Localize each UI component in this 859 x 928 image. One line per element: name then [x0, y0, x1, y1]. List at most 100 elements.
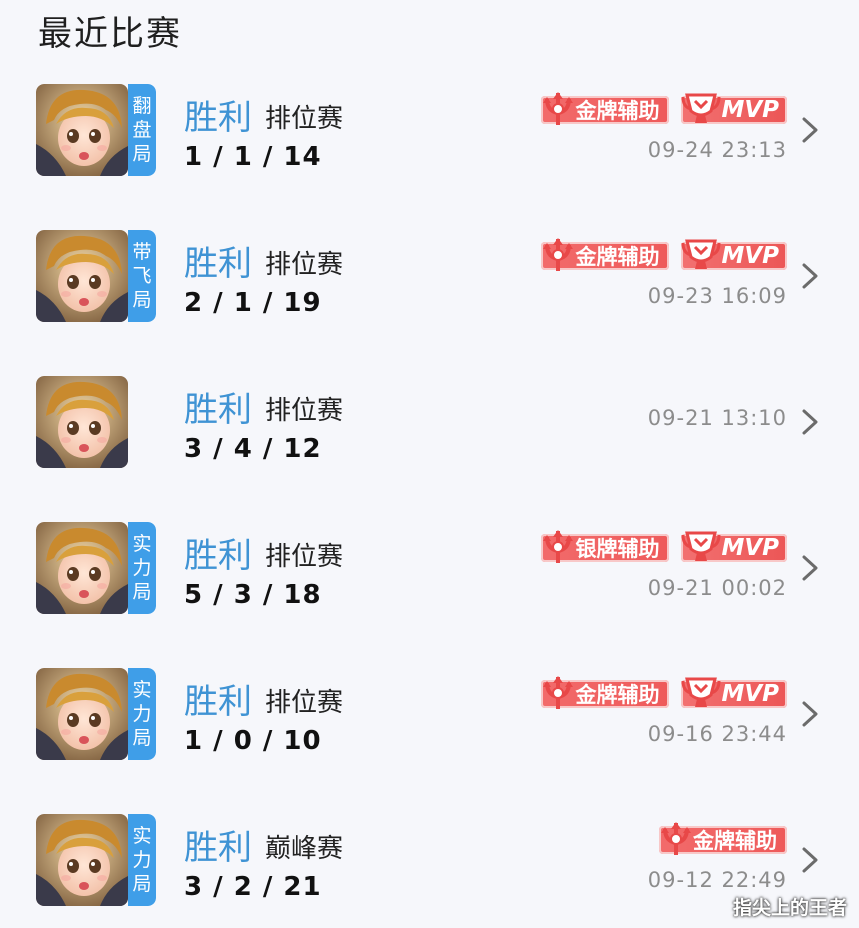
match-kda: 3 / 4 / 12 [184, 434, 322, 464]
chevron-right-icon [802, 117, 818, 143]
hero-portrait [36, 668, 128, 760]
match-result: 胜利 [184, 390, 252, 430]
medal-badge: 金牌辅助 [659, 822, 787, 856]
mvp-badge: MVP [681, 93, 787, 126]
hero-portrait [36, 84, 128, 176]
trident-icon [661, 822, 691, 855]
match-tag-char: 局 [132, 581, 152, 603]
match-row[interactable]: 胜利 排位赛 3 / 4 / 12 09-21 13:10 [0, 372, 859, 518]
match-time: 09-23 16:09 [647, 284, 787, 308]
match-row[interactable]: 实力局胜利 排位赛 5 / 3 / 18 银牌辅助 MVP 09-21 00:02 [0, 518, 859, 664]
match-tag-char: 实 [132, 825, 152, 847]
match-row[interactable]: 实力局胜利 排位赛 1 / 0 / 10 金牌辅助 MVP 09-16 23:44 [0, 664, 859, 810]
hero-portrait [36, 522, 128, 614]
match-kda: 1 / 1 / 14 [184, 142, 322, 172]
hero-avatar: 带飞局 [36, 230, 156, 322]
match-tag-char: 力 [132, 557, 152, 579]
hero-portrait-icon [36, 376, 128, 468]
match-tag-char: 局 [132, 143, 152, 165]
mvp-badge: MVP [681, 677, 787, 710]
match-list: 翻盘局胜利 排位赛 1 / 1 / 14 金牌辅助 MVP 09-24 23:13 带… [0, 80, 859, 928]
match-tag: 翻盘局 [128, 84, 156, 176]
hero-portrait-icon [36, 230, 128, 322]
match-tag: 带飞局 [128, 230, 156, 322]
match-mode: 排位赛 [265, 542, 344, 572]
match-badges: 金牌辅助 [659, 822, 787, 856]
trophy-icon [681, 93, 721, 123]
match-result: 胜利 [184, 828, 252, 868]
mvp-badge: MVP [681, 239, 787, 272]
medal-badge: 金牌辅助 [541, 676, 670, 710]
hero-portrait [36, 230, 128, 322]
match-time: 09-24 23:13 [647, 138, 787, 162]
section-title: 最近比赛 [38, 14, 182, 54]
match-tag: 实力局 [128, 814, 156, 906]
match-tag-char: 力 [132, 849, 152, 871]
match-tag-char: 盘 [132, 119, 152, 141]
hero-avatar: 实力局 [36, 814, 156, 906]
match-row[interactable]: 实力局胜利 巅峰赛 3 / 2 / 21 金牌辅助 09-12 22:49 [0, 810, 859, 928]
recent-matches-page: 最近比赛 翻盘局胜利 排位赛 1 / 1 / 14 金牌辅助 MVP 09-24 23… [0, 0, 859, 928]
chevron-right-icon [802, 555, 818, 581]
trophy-icon [681, 677, 721, 707]
match-time: 09-21 00:02 [647, 576, 787, 600]
match-mode: 排位赛 [265, 688, 344, 718]
match-result: 胜利 [184, 244, 252, 284]
trophy-icon [681, 531, 721, 561]
medal-badge: 银牌辅助 [541, 530, 670, 564]
hero-portrait [36, 376, 128, 468]
trophy-icon [681, 239, 721, 269]
medal-badge: 金牌辅助 [541, 92, 670, 126]
match-tag-char: 力 [132, 703, 152, 725]
hero-avatar: 翻盘局 [36, 84, 156, 176]
chevron-right-icon [802, 263, 818, 289]
match-badges: 金牌辅助 MVP [541, 238, 787, 272]
match-mode: 巅峰赛 [265, 834, 344, 864]
hero-avatar: 实力局 [36, 522, 156, 614]
match-badges: 金牌辅助 MVP [541, 676, 787, 710]
watermark: 指尖上的王者 [732, 897, 847, 919]
match-time: 09-16 23:44 [647, 722, 787, 746]
hero-portrait-icon [36, 668, 128, 760]
match-result: 胜利 [184, 682, 252, 722]
match-tag-char: 局 [132, 727, 152, 749]
medal-badge: 金牌辅助 [541, 238, 670, 272]
match-tag-char: 局 [132, 873, 152, 895]
trident-icon [543, 676, 574, 709]
trident-icon [543, 238, 574, 271]
hero-portrait-icon [36, 84, 128, 176]
match-tag-char: 飞 [132, 265, 152, 287]
match-tag-char: 翻 [132, 95, 152, 117]
match-mode: 排位赛 [265, 250, 344, 280]
match-kda: 5 / 3 / 18 [184, 580, 322, 610]
match-mode: 排位赛 [265, 396, 344, 426]
match-result: 胜利 [184, 98, 252, 138]
match-time: 09-12 22:49 [647, 868, 787, 892]
match-tag-char: 实 [132, 679, 152, 701]
hero-avatar: 实力局 [36, 668, 156, 760]
match-badges: 金牌辅助 MVP [541, 92, 787, 126]
match-tag-char: 带 [132, 241, 152, 263]
trident-icon [543, 530, 574, 563]
match-result: 胜利 [184, 536, 252, 576]
match-row[interactable]: 带飞局胜利 排位赛 2 / 1 / 19 金牌辅助 MVP 09-23 16:09 [0, 226, 859, 372]
match-row[interactable]: 翻盘局胜利 排位赛 1 / 1 / 14 金牌辅助 MVP 09-24 23:13 [0, 80, 859, 226]
match-kda: 1 / 0 / 10 [184, 726, 322, 756]
match-tag: 实力局 [128, 522, 156, 614]
mvp-badge: MVP [681, 531, 787, 564]
hero-portrait [36, 814, 128, 906]
match-kda: 3 / 2 / 21 [184, 872, 322, 902]
chevron-right-icon [802, 847, 818, 873]
chevron-right-icon [802, 701, 818, 727]
trident-icon [543, 92, 574, 125]
match-tag: 实力局 [128, 668, 156, 760]
match-tag-char: 局 [132, 289, 152, 311]
hero-portrait-icon [36, 814, 128, 906]
chevron-right-icon [802, 409, 818, 435]
hero-portrait-icon [36, 522, 128, 614]
match-time: 09-21 13:10 [647, 406, 787, 430]
match-badges: 银牌辅助 MVP [541, 530, 787, 564]
match-kda: 2 / 1 / 19 [184, 288, 322, 318]
hero-avatar [36, 376, 156, 468]
match-tag-char: 实 [132, 533, 152, 555]
